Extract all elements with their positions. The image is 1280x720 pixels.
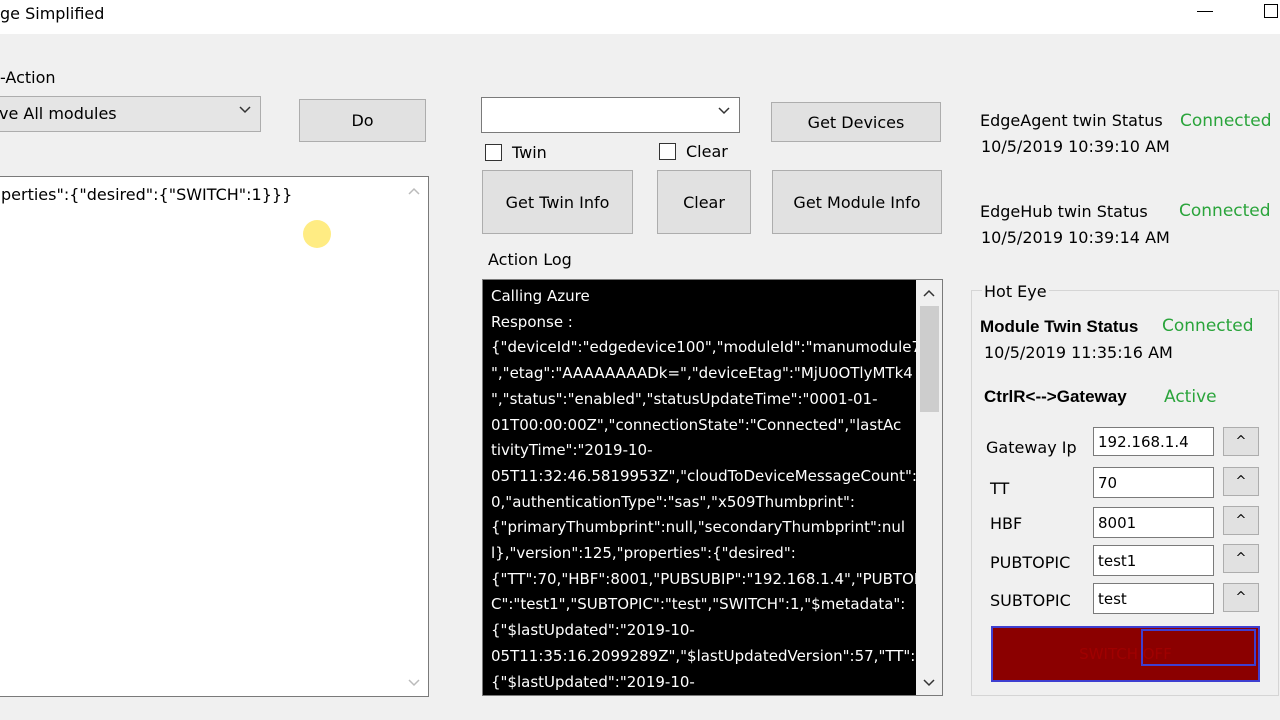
tt-label: TT xyxy=(990,479,1010,498)
clear-checkbox-label: Clear xyxy=(686,142,728,161)
clear-checkbox[interactable] xyxy=(659,143,676,160)
scroll-up-icon[interactable] xyxy=(407,186,421,196)
scroll-up-icon[interactable] xyxy=(922,288,936,298)
device-select[interactable] xyxy=(481,97,740,133)
hot-eye-group-label: Hot Eye xyxy=(982,282,1049,301)
edgehub-status-time: 10/5/2019 10:39:14 AM xyxy=(981,228,1170,247)
log-line: 0,"authenticationType":"sas","x509Thumbp… xyxy=(491,492,855,511)
twin-checkbox[interactable] xyxy=(485,144,502,161)
log-line: 01T00:00:00Z","connectionState":"Connect… xyxy=(491,415,902,434)
hbf-input[interactable]: 8001 xyxy=(1093,507,1214,538)
minimize-icon[interactable] xyxy=(1197,11,1213,12)
pubtopic-input[interactable]: test1 xyxy=(1093,545,1214,576)
pubtopic-up-button[interactable]: ^ xyxy=(1223,544,1259,573)
subtopic-up-button[interactable]: ^ xyxy=(1223,583,1259,612)
module-twin-status-value: Connected xyxy=(1162,316,1254,336)
clear-button[interactable]: Clear xyxy=(657,170,751,234)
edgeagent-status-time: 10/5/2019 10:39:10 AM xyxy=(981,137,1170,156)
cursor-highlight xyxy=(303,220,331,248)
log-line: {"TT":70,"HBF":8001,"PUBSUBIP":"192.168.… xyxy=(491,569,916,588)
scroll-down-icon[interactable] xyxy=(922,678,936,688)
payload-text: perties":{"desired":{"SWITCH":1}}} xyxy=(1,185,293,204)
log-line: l},"version":125,"properties":{"desired"… xyxy=(491,544,796,563)
edgeagent-status-value: Connected xyxy=(1180,111,1272,131)
maximize-icon[interactable] xyxy=(1264,4,1278,18)
do-button[interactable]: Do xyxy=(299,99,426,142)
subtopic-label: SUBTOPIC xyxy=(990,591,1071,610)
edgeagent-status-label: EdgeAgent twin Status xyxy=(980,111,1163,130)
log-line: Response : xyxy=(491,312,573,331)
title-bar xyxy=(0,0,1280,34)
log-line: C":"test1","SUBTOPIC":"test","SWITCH":1,… xyxy=(491,595,906,614)
module-twin-status-label: Module Twin Status xyxy=(980,317,1139,336)
log-line: ","etag":"AAAAAAAADk=","deviceEtag":"MjU… xyxy=(491,364,913,383)
get-devices-button[interactable]: Get Devices xyxy=(771,102,941,142)
payload-textbox[interactable]: perties":{"desired":{"SWITCH":1}}} xyxy=(0,176,429,697)
log-line: {"primaryThumbprint":null,"secondaryThum… xyxy=(491,518,906,537)
window-title: ge Simplified xyxy=(0,4,105,23)
log-scrollbar[interactable] xyxy=(916,280,942,695)
tt-up-button[interactable]: ^ xyxy=(1223,467,1259,496)
twin-checkbox-label: Twin xyxy=(512,143,547,162)
selection-rectangle xyxy=(1141,629,1256,666)
action-log[interactable]: Calling Azure Response : {"deviceId":"edge… xyxy=(482,279,943,696)
ctrl-gateway-label: CtrlR<-->Gateway xyxy=(984,387,1127,406)
action-select[interactable]: ve All modules xyxy=(0,96,261,132)
log-line: Calling Azure xyxy=(491,287,590,305)
hbf-up-button[interactable]: ^ xyxy=(1223,506,1259,535)
ctrl-gateway-status: Active xyxy=(1164,387,1217,407)
pubtopic-label: PUBTOPIC xyxy=(990,553,1071,572)
scroll-down-icon[interactable] xyxy=(407,678,421,688)
action-log-lines: Calling Azure Response : {"deviceId":"edge… xyxy=(491,284,916,695)
log-line: {"$lastUpdated":"2019-10- xyxy=(491,621,695,640)
chevron-down-icon xyxy=(239,106,251,114)
log-line: {"deviceId":"edgedevice100","moduleId":"… xyxy=(491,338,916,357)
log-line: tivityTime":"2019-10- xyxy=(491,441,653,460)
gateway-ip-up-button[interactable]: ^ xyxy=(1223,427,1259,456)
get-twin-info-button[interactable]: Get Twin Info xyxy=(482,170,633,234)
log-scroll-thumb[interactable] xyxy=(920,306,939,412)
hbf-label: HBF xyxy=(990,514,1023,533)
payload-scrollbar[interactable] xyxy=(402,178,427,695)
log-line: ","status":"enabled","statusUpdateTime":… xyxy=(491,389,878,408)
chevron-down-icon xyxy=(718,107,730,115)
log-line: 05T11:32:46.5819953Z","cloudToDeviceMess… xyxy=(491,466,916,485)
edgehub-status-label: EdgeHub twin Status xyxy=(980,202,1148,221)
subtopic-input[interactable]: test xyxy=(1093,583,1214,614)
tt-input[interactable]: 70 xyxy=(1093,467,1214,498)
action-select-value: ve All modules xyxy=(0,104,117,123)
log-line: 05T11:35:16.2099289Z","$lastUpdatedVersi… xyxy=(491,646,916,665)
action-log-label: Action Log xyxy=(488,250,572,269)
action-section-label: -Action xyxy=(0,68,56,87)
module-twin-status-time: 10/5/2019 11:35:16 AM xyxy=(984,343,1173,362)
gateway-ip-label: Gateway Ip xyxy=(986,438,1077,457)
get-module-info-button[interactable]: Get Module Info xyxy=(772,170,942,234)
edgehub-status-value: Connected xyxy=(1179,201,1271,221)
log-line: {"$lastUpdated":"2019-10- xyxy=(491,672,695,691)
gateway-ip-input[interactable]: 192.168.1.4 xyxy=(1093,427,1214,456)
